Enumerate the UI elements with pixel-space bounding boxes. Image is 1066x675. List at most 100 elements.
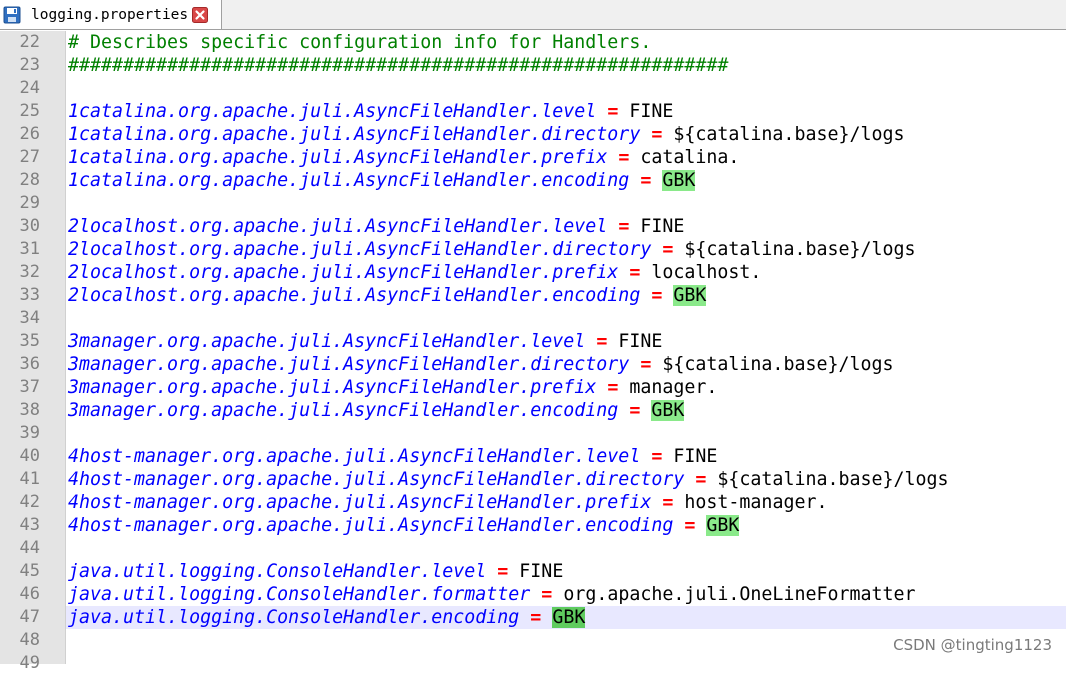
line-number: 25 [19,101,40,121]
code-line[interactable]: 27 1catalina.org.apache.juli.AsyncFileHan… [0,146,1066,169]
line-content[interactable] [66,422,1066,445]
property-value: GBK [706,515,740,536]
line-content[interactable] [66,307,1066,330]
property-key: 3manager.org.apache.juli.AsyncFileHandle… [68,354,630,375]
line-content[interactable] [66,77,1066,100]
line-content[interactable]: 3manager.org.apache.juli.AsyncFileHandle… [66,353,1066,376]
line-content[interactable]: ########################################… [66,54,1066,77]
code-line[interactable]: 33 2localhost.org.apache.juli.AsyncFileHa… [0,284,1066,307]
line-number: 43 [19,515,40,535]
code-line[interactable]: 31 2localhost.org.apache.juli.AsyncFileHa… [0,238,1066,261]
line-number: 39 [19,423,40,443]
line-content[interactable]: java.util.logging.ConsoleHandler.level =… [66,560,1066,583]
line-number: 24 [19,78,40,98]
property-value: GBK [651,400,685,421]
property-value: ${catalina.base}/logs [673,124,905,145]
line-number: 31 [19,239,40,259]
code-line[interactable]: 46 java.util.logging.ConsoleHandler.forma… [0,583,1066,606]
line-content[interactable]: 3manager.org.apache.juli.AsyncFileHandle… [66,330,1066,353]
line-number: 22 [19,32,40,52]
line-content[interactable]: 3manager.org.apache.juli.AsyncFileHandle… [66,376,1066,399]
property-value: GBK [673,285,707,306]
property-value: GBK [662,170,696,191]
line-content[interactable]: 4host-manager.org.apache.juli.AsyncFileH… [66,491,1066,514]
line-number: 42 [19,492,40,512]
line-content[interactable]: 1catalina.org.apache.juli.AsyncFileHandl… [66,123,1066,146]
property-value: ${catalina.base}/logs [684,239,916,260]
code-line[interactable]: 44 [0,537,1066,560]
property-key: 1catalina.org.apache.juli.AsyncFileHandl… [68,147,608,168]
code-line[interactable]: 30 2localhost.org.apache.juli.AsyncFileHa… [0,215,1066,238]
code-line[interactable]: 29 [0,192,1066,215]
assign-operator: = [497,561,509,582]
assign-operator: = [607,101,619,122]
code-line[interactable]: 39 [0,422,1066,445]
assign-operator: = [662,492,674,513]
line-number: 26 [19,124,40,144]
property-value: FINE [519,561,564,582]
line-content[interactable]: 4host-manager.org.apache.juli.AsyncFileH… [66,445,1066,468]
property-key: 1catalina.org.apache.juli.AsyncFileHandl… [68,101,597,122]
code-line[interactable]: 24 [0,77,1066,100]
property-value: FINE [629,101,674,122]
property-value: FINE [618,331,663,352]
tab-logging-properties[interactable]: logging.properties [0,0,222,29]
assign-operator: = [662,239,674,260]
property-value: localhost. [651,262,762,283]
code-line[interactable]: 36 3manager.org.apache.juli.AsyncFileHand… [0,353,1066,376]
property-key: 3manager.org.apache.juli.AsyncFileHandle… [68,331,586,352]
line-content[interactable]: 2localhost.org.apache.juli.AsyncFileHand… [66,215,1066,238]
code-line[interactable]: 37 3manager.org.apache.juli.AsyncFileHand… [0,376,1066,399]
line-content[interactable]: 1catalina.org.apache.juli.AsyncFileHandl… [66,100,1066,123]
tab-bar: logging.properties [0,0,1066,30]
assign-operator: = [541,584,553,605]
line-number: 48 [19,630,40,650]
line-content[interactable]: java.util.logging.ConsoleHandler.formatt… [66,583,1066,606]
property-key: java.util.logging.ConsoleHandler.encodin… [68,607,520,628]
property-value: host-manager. [684,492,828,513]
code-line[interactable]: 23 ######################################… [0,54,1066,77]
assign-operator: = [618,216,630,237]
line-content[interactable]: 1catalina.org.apache.juli.AsyncFileHandl… [66,169,1066,192]
line-content[interactable] [66,192,1066,215]
line-content[interactable] [66,537,1066,560]
line-number: 38 [19,400,40,420]
code-line[interactable]: 41 4host-manager.org.apache.juli.AsyncFil… [0,468,1066,491]
property-value: manager. [629,377,718,398]
code-line[interactable]: 22 # Describes specific configuration inf… [0,31,1066,54]
code-line[interactable]: 26 1catalina.org.apache.juli.AsyncFileHan… [0,123,1066,146]
line-number: 32 [19,262,40,282]
line-number: 35 [19,331,40,351]
code-line[interactable]: 40 4host-manager.org.apache.juli.AsyncFil… [0,445,1066,468]
close-tab-icon[interactable] [192,6,209,23]
code-line[interactable]: 38 3manager.org.apache.juli.AsyncFileHand… [0,399,1066,422]
property-value: ${catalina.base}/logs [662,354,894,375]
comment-text: # Describes specific configuration info … [68,32,652,53]
code-line[interactable]: 42 4host-manager.org.apache.juli.AsyncFil… [0,491,1066,514]
code-line[interactable]: 45 java.util.logging.ConsoleHandler.level… [0,560,1066,583]
line-content[interactable]: 4host-manager.org.apache.juli.AsyncFileH… [66,468,1066,491]
line-number: 27 [19,147,40,167]
code-line[interactable]: 43 4host-manager.org.apache.juli.AsyncFil… [0,514,1066,537]
assign-operator: = [651,446,663,467]
line-content[interactable]: java.util.logging.ConsoleHandler.encodin… [66,606,1066,629]
code-line[interactable]: 35 3manager.org.apache.juli.AsyncFileHand… [0,330,1066,353]
line-content[interactable]: 4host-manager.org.apache.juli.AsyncFileH… [66,514,1066,537]
code-line[interactable]: 34 [0,307,1066,330]
property-key: 1catalina.org.apache.juli.AsyncFileHandl… [68,124,641,145]
line-content[interactable]: 2localhost.org.apache.juli.AsyncFileHand… [66,238,1066,261]
line-content[interactable]: 2localhost.org.apache.juli.AsyncFileHand… [66,284,1066,307]
code-line[interactable]: 32 2localhost.org.apache.juli.AsyncFileHa… [0,261,1066,284]
code-line[interactable]: 28 1catalina.org.apache.juli.AsyncFileHan… [0,169,1066,192]
code-line[interactable]: 25 1catalina.org.apache.juli.AsyncFileHan… [0,100,1066,123]
assign-operator: = [695,469,707,490]
assign-operator: = [684,515,696,536]
line-content[interactable]: 1catalina.org.apache.juli.AsyncFileHandl… [66,146,1066,169]
editor-text-area[interactable]: 22 # Describes specific configuration inf… [0,31,1066,675]
line-content[interactable]: 2localhost.org.apache.juli.AsyncFileHand… [66,261,1066,284]
line-number: 29 [19,193,40,213]
line-content[interactable]: 3manager.org.apache.juli.AsyncFileHandle… [66,399,1066,422]
line-number: 36 [19,354,40,374]
line-content[interactable]: # Describes specific configuration info … [66,31,1066,54]
code-line[interactable]: 47 java.util.logging.ConsoleHandler.encod… [0,606,1066,629]
